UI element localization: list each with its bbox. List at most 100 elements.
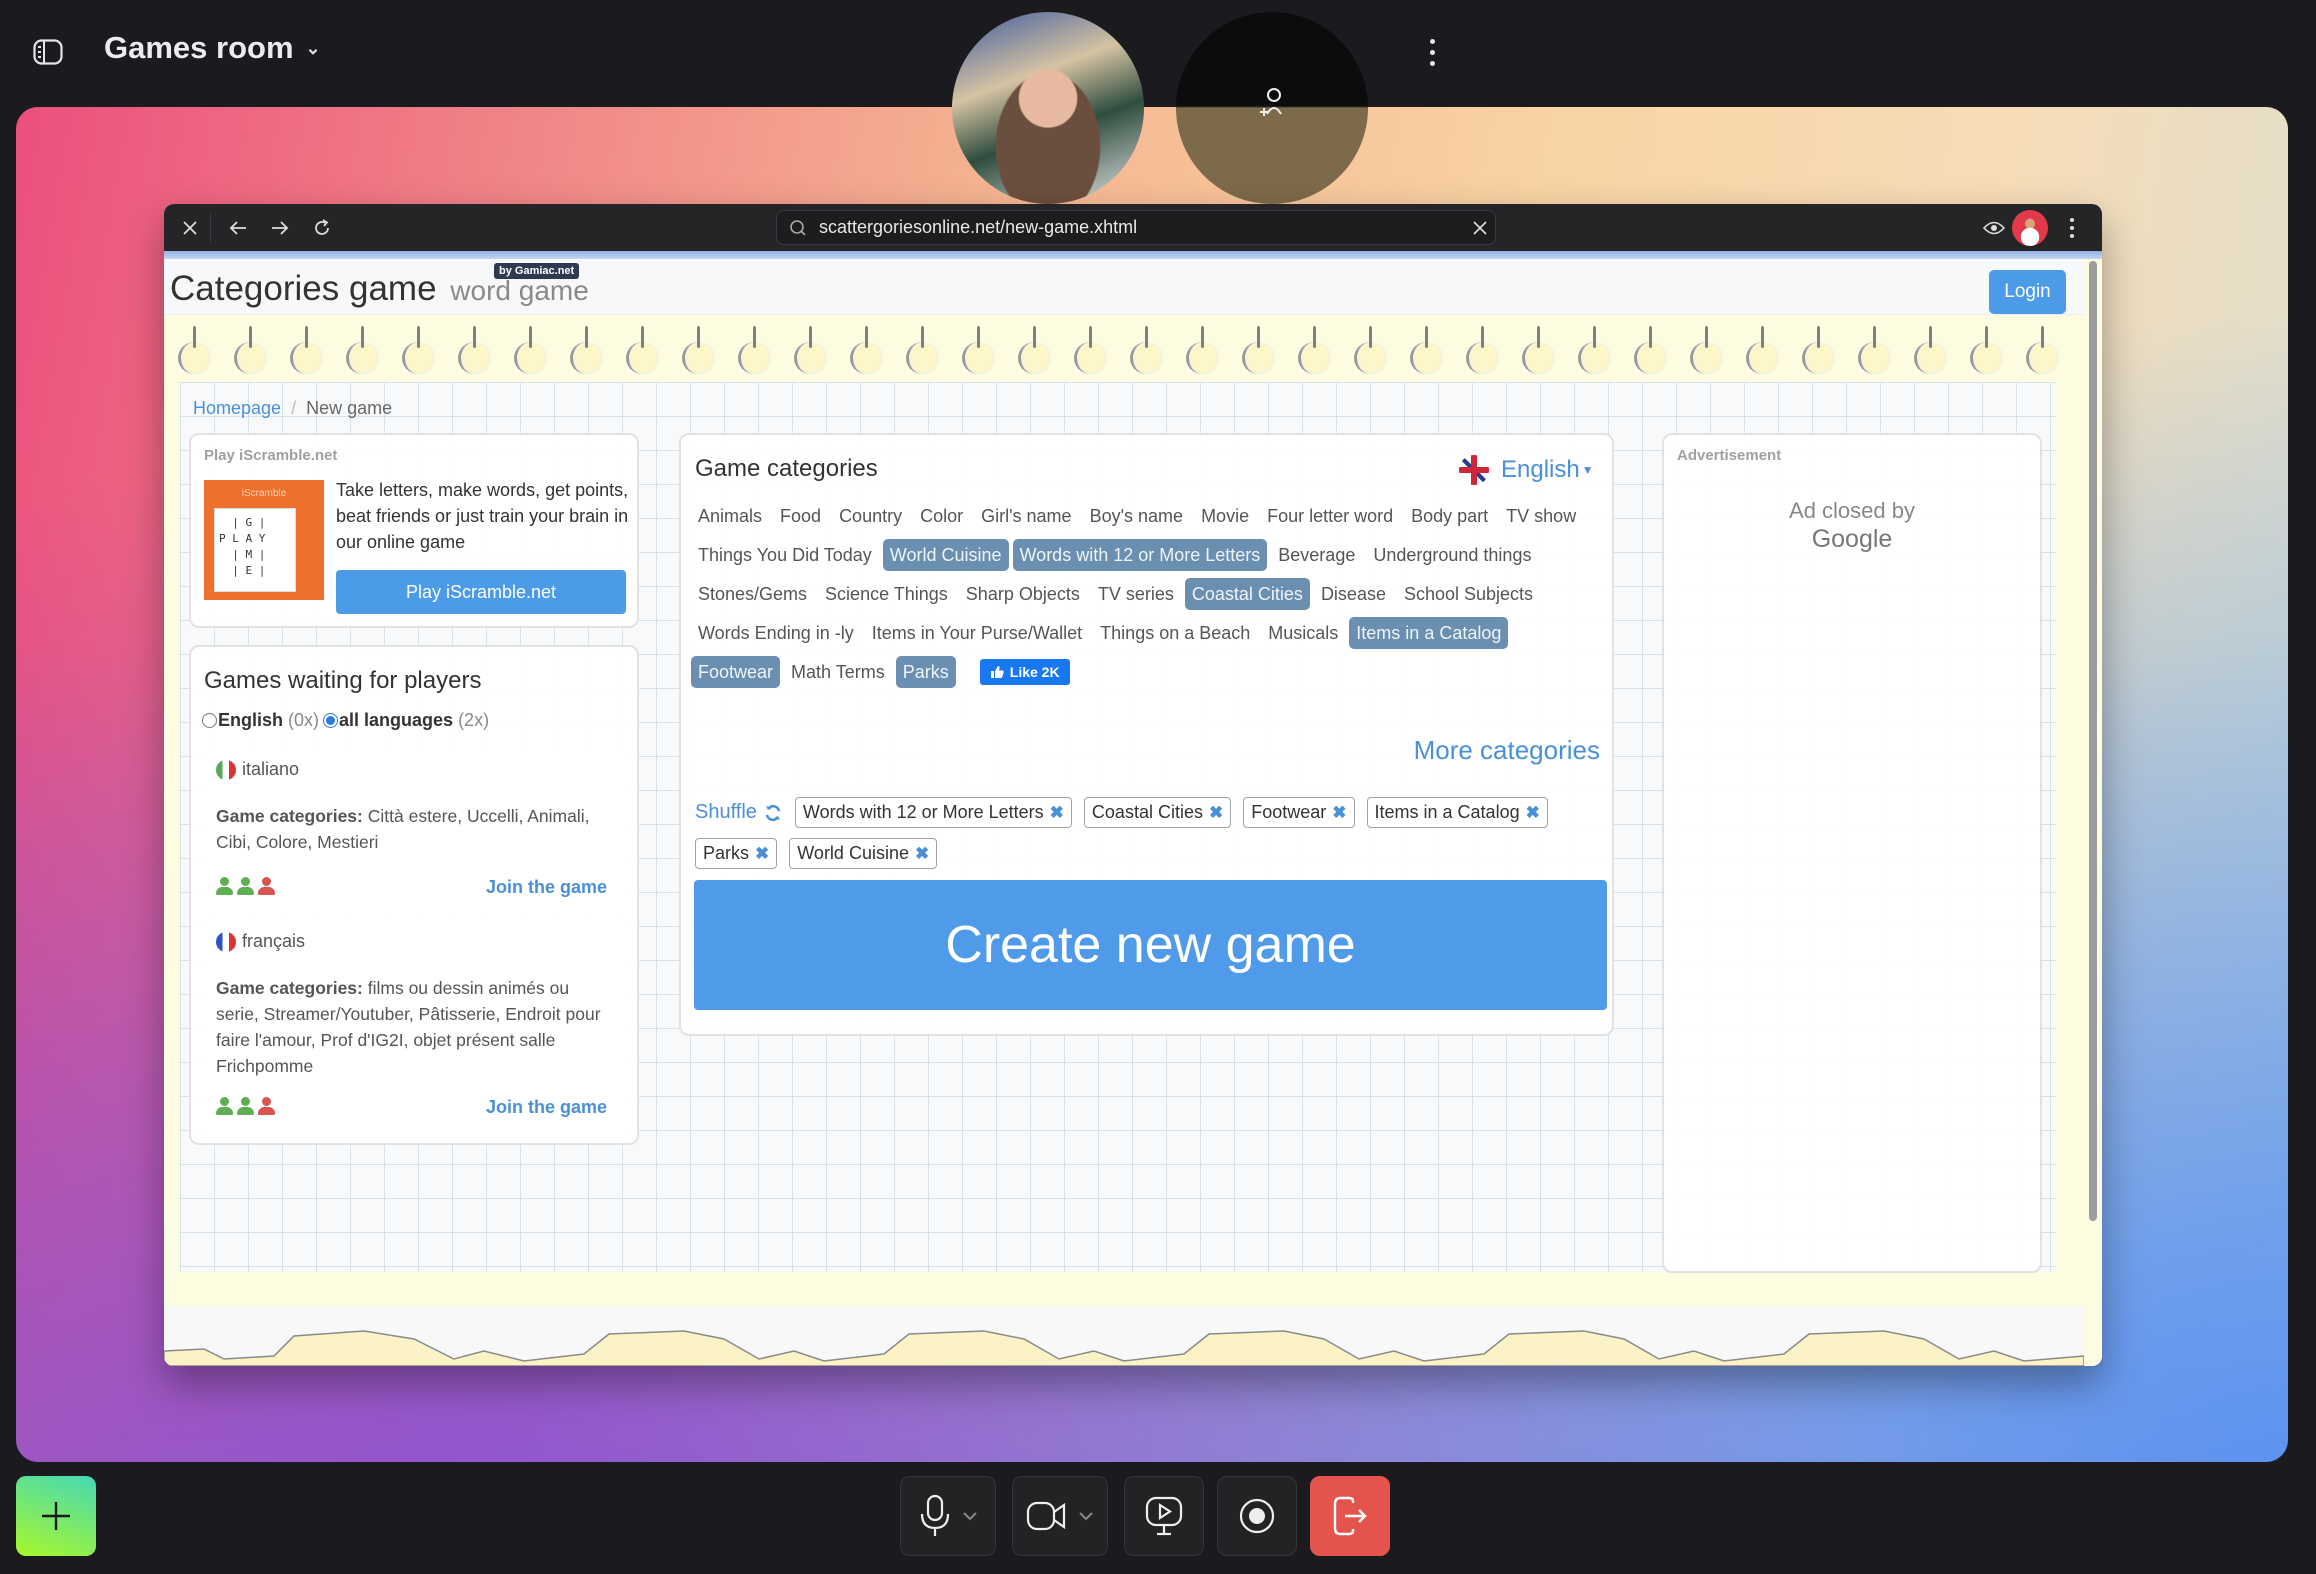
login-button[interactable]: Login (1989, 270, 2066, 314)
browser-menu-button[interactable] (2056, 212, 2088, 244)
category-option[interactable]: Stones/Gems (691, 578, 814, 610)
microphone-button[interactable] (900, 1476, 996, 1556)
chosen-category-chip: Coastal Cities ✖ (1083, 797, 1232, 828)
player-joined-icon (237, 1097, 254, 1115)
notebook-ring (1798, 326, 1836, 376)
all-languages-filter-label[interactable]: all languages (339, 710, 453, 731)
iscramble-description: Take letters, make words, get points, be… (336, 480, 629, 552)
category-option[interactable]: Footwear (691, 656, 781, 688)
profile-avatar[interactable] (2012, 210, 2048, 246)
category-option[interactable]: School Subjects (1397, 578, 1540, 610)
arrow-right-icon (272, 221, 289, 235)
remove-icon[interactable]: ✖ (1209, 803, 1223, 823)
join-game-link[interactable]: Join the game (486, 1097, 607, 1118)
notebook-ring (1126, 326, 1164, 376)
site-header: by Gamiac.net Categories game word game … (164, 259, 2084, 315)
games-waiting-title: Games waiting for players (204, 667, 482, 694)
screen-share-button[interactable] (1124, 1476, 1204, 1556)
category-option[interactable]: World Cuisine (882, 539, 1009, 571)
ad-closed-text: Ad closed by (1789, 498, 1915, 523)
breadcrumb-home-link[interactable]: Homepage (193, 398, 281, 419)
category-option[interactable]: TV series (1091, 578, 1181, 610)
category-option[interactable]: Science Things (818, 578, 955, 610)
browser-close-button[interactable] (174, 212, 206, 244)
category-option[interactable]: Parks (895, 656, 956, 688)
sidebar-toggle-button[interactable] (30, 36, 66, 68)
remove-icon[interactable]: ✖ (1526, 803, 1540, 823)
camera-button[interactable] (1012, 1476, 1108, 1556)
record-button[interactable] (1217, 1476, 1297, 1556)
invite-participant-tile[interactable] (1176, 12, 1368, 204)
iscramble-grid-image: | G | P L A Y | M | | E | (214, 508, 296, 592)
language-dropdown[interactable]: English ▼ (1459, 455, 1594, 485)
leave-call-button[interactable] (1310, 1476, 1390, 1556)
chevron-down-icon[interactable] (962, 1511, 978, 1521)
category-option[interactable]: Beverage (1271, 539, 1362, 571)
category-option[interactable]: Sharp Objects (959, 578, 1087, 610)
remove-icon[interactable]: ✖ (755, 844, 769, 864)
category-option[interactable]: Boy's name (1083, 500, 1190, 532)
chevron-down-icon[interactable] (1078, 1511, 1094, 1521)
category-option[interactable]: Color (913, 500, 970, 532)
room-title: Games room (104, 30, 294, 65)
category-option[interactable]: Animals (691, 500, 769, 532)
category-option[interactable]: Items in Your Purse/Wallet (865, 617, 1089, 649)
breadcrumb-separator: / (291, 398, 297, 418)
category-option[interactable]: Things You Did Today (691, 539, 879, 571)
remove-icon[interactable]: ✖ (915, 844, 929, 864)
play-iscramble-button[interactable]: Play iScramble.net (336, 570, 626, 614)
english-game-count: (0x) (288, 710, 320, 730)
category-option[interactable]: Body part (1404, 500, 1495, 532)
category-option[interactable]: Girl's name (974, 500, 1078, 532)
chosen-category-label: Parks (703, 843, 750, 863)
join-game-link[interactable]: Join the game (486, 877, 607, 898)
sidebar-icon (33, 39, 63, 65)
category-option[interactable]: Items in a Catalog (1349, 617, 1509, 649)
category-option[interactable]: Movie (1194, 500, 1256, 532)
player-joined-icon (237, 877, 254, 895)
category-option[interactable]: Disease (1314, 578, 1393, 610)
notebook-ring (790, 326, 828, 376)
more-categories-link[interactable]: More categories (1414, 735, 1600, 766)
more-options-button[interactable] (1420, 30, 1444, 74)
category-option[interactable]: Food (773, 500, 828, 532)
language-dropdown-label: English (1501, 456, 1580, 483)
remove-icon[interactable]: ✖ (1050, 803, 1064, 823)
category-option[interactable]: Coastal Cities (1184, 578, 1310, 610)
kebab-dot (2070, 226, 2074, 230)
facebook-like-button[interactable]: Like 2K (979, 659, 1070, 685)
shuffle-button[interactable]: Shuffle (695, 801, 783, 824)
create-new-game-button[interactable]: Create new game (694, 880, 1607, 1010)
category-option[interactable]: Math Terms (784, 656, 892, 688)
clear-url-button[interactable] (1465, 213, 1495, 243)
english-filter-radio[interactable] (202, 713, 217, 728)
page-scrollbar[interactable] (2089, 261, 2097, 1221)
forward-button[interactable] (264, 212, 296, 244)
view-button[interactable] (1978, 212, 2010, 244)
iscramble-logo-image[interactable]: iScramble | G | P L A Y | M | | E | (204, 480, 324, 600)
category-option[interactable]: Four letter word (1260, 500, 1400, 532)
english-filter-label[interactable]: English (218, 710, 283, 731)
reload-button[interactable] (306, 212, 338, 244)
category-option[interactable]: Words Ending in -ly (691, 617, 861, 649)
room-title-dropdown[interactable]: Games room ⌄ (104, 30, 321, 66)
category-option[interactable]: Things on a Beach (1093, 617, 1257, 649)
arrow-left-icon (229, 221, 246, 235)
all-languages-filter-radio[interactable] (323, 713, 339, 728)
participant-video-tile[interactable] (952, 12, 1144, 204)
category-option[interactable]: Words with 12 or More Letters (1012, 539, 1268, 571)
player-slots (216, 877, 275, 895)
waiting-game-card: italiano Game categories: Città estere, … (203, 745, 627, 915)
notebook-ring (1014, 326, 1052, 376)
category-option[interactable]: Musicals (1261, 617, 1345, 649)
add-app-button[interactable] (16, 1476, 96, 1556)
category-option[interactable]: Country (832, 500, 909, 532)
category-option[interactable]: Underground things (1366, 539, 1538, 571)
remove-icon[interactable]: ✖ (1332, 803, 1346, 823)
chosen-category-label: Items in a Catalog (1374, 802, 1520, 822)
site-title[interactable]: Categories game word game (170, 269, 589, 309)
back-button[interactable] (222, 212, 254, 244)
notebook-ring (846, 326, 884, 376)
url-field[interactable]: scattergoriesonline.net/new-game.xhtml (776, 210, 1496, 245)
category-option[interactable]: TV show (1499, 500, 1583, 532)
